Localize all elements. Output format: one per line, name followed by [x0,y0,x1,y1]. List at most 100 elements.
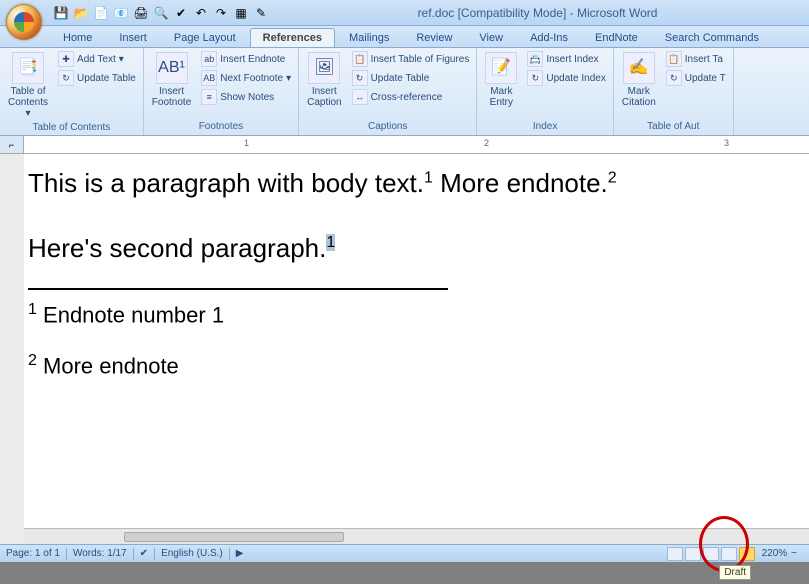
citation-icon: ✍ [623,52,655,84]
group-toc-label: Table of Contents [4,121,139,134]
zoom-slider[interactable] [801,547,803,561]
window-title: ref.doc [Compatibility Mode] - Microsoft… [270,6,805,20]
endnote-2[interactable]: 2 More endnote [28,349,799,382]
endnote-ref-2[interactable]: 2 [608,169,617,186]
add-text-button[interactable]: ✚Add Text▾ [55,50,139,68]
qat-preview-icon[interactable]: 🔍 [152,4,170,22]
tab-review[interactable]: Review [403,28,465,47]
mark-citation-label: Mark Citation [622,86,656,108]
divider [66,548,67,560]
insert-footnote-button[interactable]: AB¹Insert Footnote [148,50,195,110]
show-notes-icon: ≡ [201,89,217,105]
draft-view-button[interactable] [739,547,755,561]
title-bar: 💾 📂 📄 📧 🖨 🔍 ✔ ↶ ↷ ▦ ✎ ref.doc [Compatibi… [0,0,809,26]
qat-review-icon[interactable]: ✎ [252,4,270,22]
body-text: This is a paragraph with body text. [28,168,424,198]
word-count[interactable]: Words: 1/17 [73,548,127,559]
endnote-1[interactable]: 1 Endnote number 1 [28,298,799,331]
tab-home[interactable]: Home [50,28,105,47]
zoom-out-button[interactable]: − [791,548,797,559]
tab-endnote[interactable]: EndNote [582,28,651,47]
endnote-icon: ab [201,51,217,67]
tab-selector[interactable]: ⌐ [0,136,24,153]
tab-mailings[interactable]: Mailings [336,28,402,47]
draft-tooltip: Draft [719,565,751,580]
next-footnote-label: Next Footnote [220,73,283,84]
insert-endnote-button[interactable]: abInsert Endnote [198,50,294,68]
ruler-row: ⌐ 1 2 3 [0,136,809,154]
horizontal-scrollbar[interactable] [24,528,809,544]
update-table-icon: ↻ [352,70,368,86]
endnote-separator [28,288,448,290]
update-toa-icon: ↻ [666,70,682,86]
update-toa-label: Update T [685,73,726,84]
update-index-label: Update Index [546,73,606,84]
web-layout-view-button[interactable] [703,547,719,561]
selection-margin[interactable] [0,154,24,544]
ruler-tick: 3 [724,138,729,148]
mark-citation-button[interactable]: ✍Mark Citation [618,50,660,110]
qat-redo-icon[interactable]: ↷ [212,4,230,22]
horizontal-ruler[interactable]: 1 2 3 [24,136,809,153]
insert-index-button[interactable]: 📇Insert Index [524,50,609,68]
document-content[interactable]: This is a paragraph with body text.1 Mor… [28,164,799,383]
page-indicator[interactable]: Page: 1 of 1 [6,548,60,559]
insert-tof-button[interactable]: 📋Insert Table of Figures [349,50,473,68]
endnote-number: 2 [28,352,37,369]
insert-caption-button[interactable]: 🖼Insert Caption [303,50,345,110]
tab-view[interactable]: View [466,28,516,47]
zoom-level[interactable]: 220% [762,548,788,559]
group-index-label: Index [481,120,609,133]
proofing-icon[interactable]: ✔ [140,548,148,559]
endnote-ref-selected[interactable]: 1 [326,234,335,251]
scrollbar-thumb[interactable] [124,532,344,542]
background [0,562,809,584]
paragraph-2[interactable]: Here's second paragraph.1 [28,229,799,268]
cross-reference-button[interactable]: ↔Cross-reference [349,88,473,106]
tab-addins[interactable]: Add-Ins [517,28,581,47]
insert-endnote-label: Insert Endnote [220,54,285,65]
full-screen-view-button[interactable] [685,547,701,561]
update-toa-button[interactable]: ↻Update T [663,69,729,87]
tab-references[interactable]: References [250,28,335,47]
paragraph-1[interactable]: This is a paragraph with body text.1 Mor… [28,164,799,203]
qat-new-icon[interactable]: 📄 [92,4,110,22]
update-table-button[interactable]: ↻Update Table [349,69,473,87]
mark-entry-button[interactable]: 📝Mark Entry [481,50,521,110]
language-indicator[interactable]: English (U.S.) [161,548,223,559]
print-layout-view-button[interactable] [667,547,683,561]
update-index-button[interactable]: ↻Update Index [524,69,609,87]
qat-mail-icon[interactable]: 📧 [112,4,130,22]
tab-insert[interactable]: Insert [106,28,160,47]
qat-print-icon[interactable]: 🖨 [132,4,150,22]
mark-entry-label: Mark Entry [490,86,513,108]
divider [229,548,230,560]
outline-view-button[interactable] [721,547,737,561]
update-toc-label: Update Table [77,73,136,84]
insert-toa-label: Insert Ta [685,54,723,65]
dropdown-icon: ▾ [26,108,31,119]
tab-page-layout[interactable]: Page Layout [161,28,249,47]
qat-save-icon[interactable]: 💾 [52,4,70,22]
qat-undo-icon[interactable]: ↶ [192,4,210,22]
show-notes-label: Show Notes [220,92,274,103]
next-footnote-icon: AB [201,70,217,86]
qat-table-icon[interactable]: ▦ [232,4,250,22]
macro-icon[interactable]: ▶ [236,548,244,559]
office-button[interactable] [6,4,42,40]
tab-search[interactable]: Search Commands [652,28,772,47]
document-area[interactable]: This is a paragraph with body text.1 Mor… [0,154,809,544]
toc-button[interactable]: 📑Table of Contents▾ [4,50,52,121]
body-text: More endnote. [433,168,608,198]
update-index-icon: ↻ [527,70,543,86]
footnote-icon: AB¹ [156,52,188,84]
show-notes-button[interactable]: ≡Show Notes [198,88,294,106]
qat-open-icon[interactable]: 📂 [72,4,90,22]
insert-toa-button[interactable]: 📋Insert Ta [663,50,729,68]
update-toc-button[interactable]: ↻Update Table [55,69,139,87]
endnote-ref-1[interactable]: 1 [424,169,433,186]
group-captions: 🖼Insert Caption 📋Insert Table of Figures… [299,48,477,135]
qat-spell-icon[interactable]: ✔ [172,4,190,22]
endnote-text: Endnote number 1 [43,302,224,327]
next-footnote-button[interactable]: ABNext Footnote▾ [198,69,294,87]
